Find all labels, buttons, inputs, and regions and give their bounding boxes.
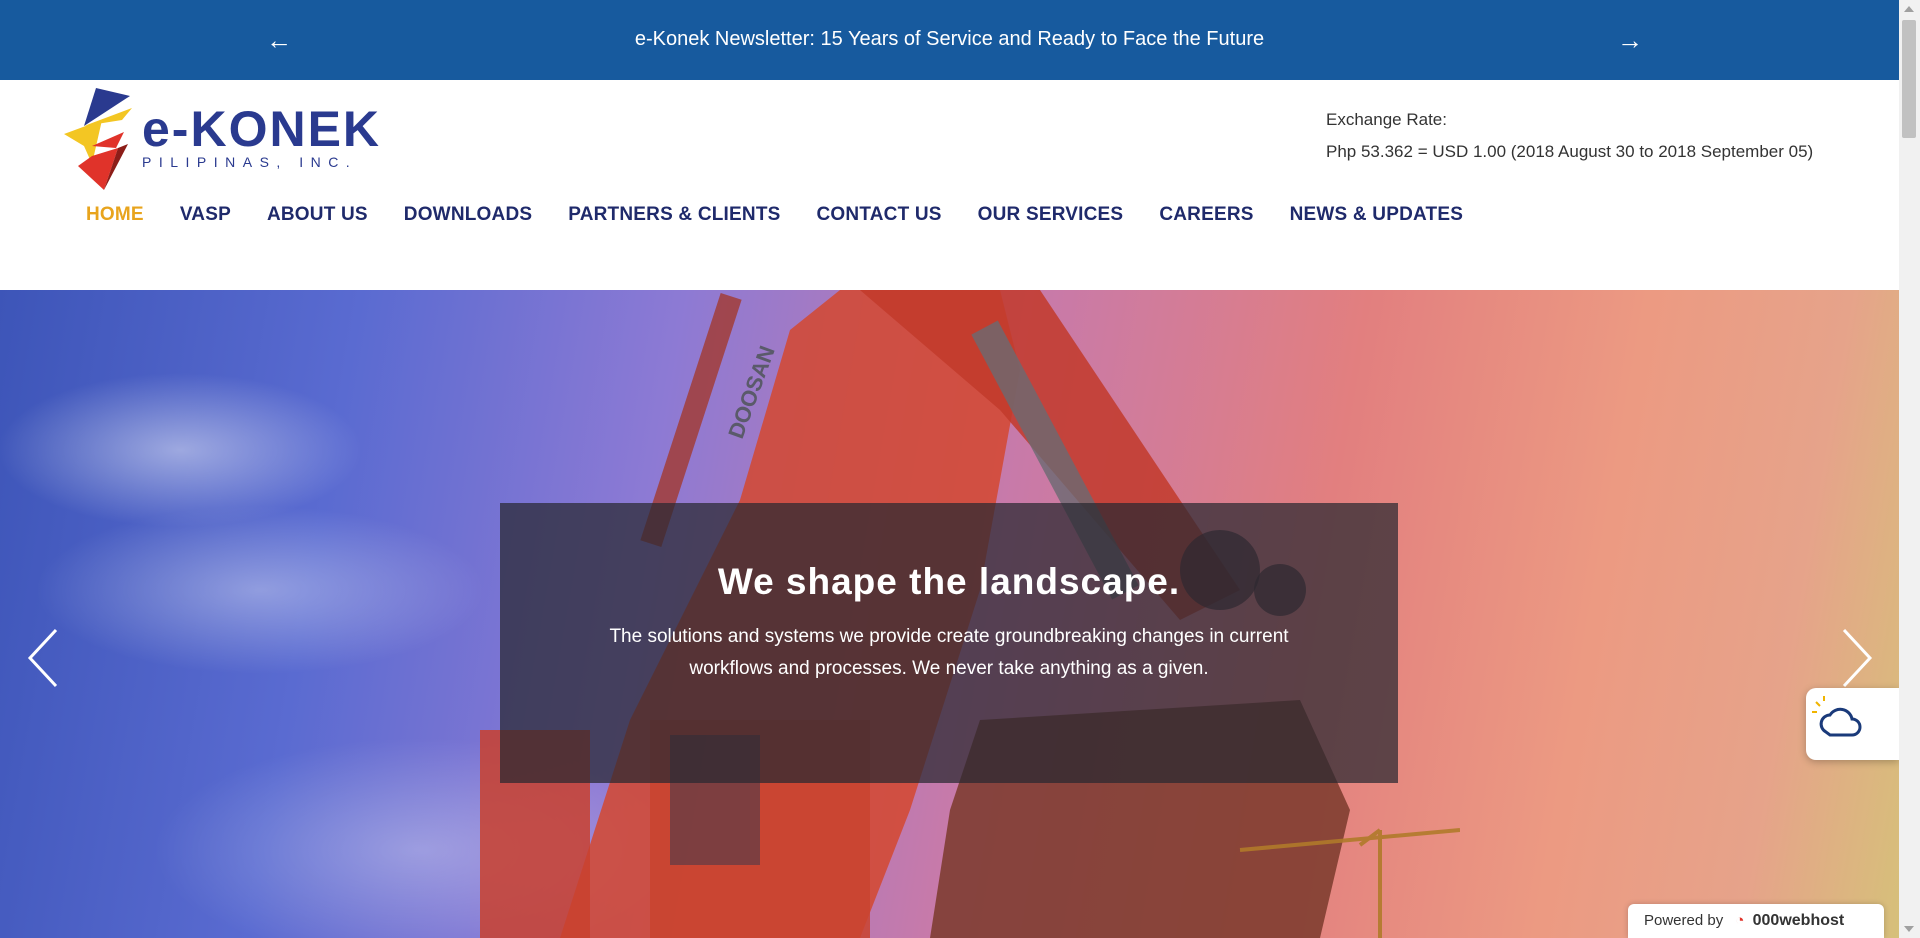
- nav-item-news-updates[interactable]: NEWS & UPDATES: [1290, 204, 1463, 226]
- slider-prev-chevron-icon[interactable]: [26, 628, 60, 688]
- main-nav: HOME VASP ABOUT US DOWNLOADS PARTNERS & …: [86, 204, 1499, 226]
- site-logo[interactable]: e-KONEK PILIPINAS, INC.: [62, 86, 382, 190]
- e-konek-logo-icon: e-KONEK PILIPINAS, INC.: [64, 88, 381, 190]
- nav-item-downloads[interactable]: DOWNLOADS: [404, 204, 532, 226]
- scrollbar-thumb[interactable]: [1902, 20, 1916, 138]
- hero-text: The solutions and systems we provide cre…: [609, 626, 1289, 679]
- hero-title: We shape the landscape.: [717, 561, 1181, 602]
- scroll-down-icon[interactable]: [1904, 926, 1914, 932]
- announcement-headline[interactable]: e-Konek Newsletter: 15 Years of Service …: [0, 28, 1899, 51]
- svg-text:e-KONEK: e-KONEK: [142, 101, 381, 157]
- powered-by-prefix: Powered by: [1644, 912, 1724, 929]
- nav-item-vasp[interactable]: VASP: [180, 204, 231, 226]
- nav-item-about-us[interactable]: ABOUT US: [267, 204, 368, 226]
- hero-caption: We shape the landscape. The solutions an…: [500, 503, 1398, 783]
- nav-item-contact-us[interactable]: CONTACT US: [817, 204, 942, 226]
- nav-item-partners-clients[interactable]: PARTNERS & CLIENTS: [568, 204, 780, 226]
- site-header: e-KONEK PILIPINAS, INC. Exchange Rate: P…: [0, 80, 1899, 290]
- page-scrollbar[interactable]: [1899, 0, 1920, 938]
- announcement-next-arrow-icon[interactable]: →: [1617, 22, 1643, 58]
- weather-widget[interactable]: [1806, 688, 1899, 760]
- nav-item-careers[interactable]: CAREERS: [1159, 204, 1253, 226]
- weather-cloud-icon: [1812, 696, 1862, 737]
- nav-item-home[interactable]: HOME: [86, 204, 144, 226]
- webhost-logo-icon: ◔: [1735, 912, 1745, 929]
- scroll-up-icon[interactable]: [1904, 6, 1914, 12]
- exchange-rate-value: Php 53.362 = USD 1.00 (2018 August 30 to…: [1326, 142, 1814, 161]
- powered-by-badge[interactable]: Powered by ◔ 000webhost: [1628, 904, 1884, 938]
- exchange-rate-block: Exchange Rate: Php 53.362 = USD 1.00 (20…: [1326, 104, 1813, 168]
- nav-item-our-services[interactable]: OUR SERVICES: [978, 204, 1124, 226]
- announcement-bar: ← e-Konek Newsletter: 15 Years of Servic…: [0, 0, 1899, 80]
- powered-by-brand: 000webhost: [1752, 912, 1845, 929]
- hero-slider: DOOSAN We shape the landscape. The solut…: [0, 290, 1899, 938]
- exchange-rate-label: Exchange Rate:: [1326, 110, 1447, 129]
- svg-text:PILIPINAS, INC.: PILIPINAS, INC.: [142, 154, 357, 170]
- slider-next-chevron-icon[interactable]: [1840, 628, 1874, 688]
